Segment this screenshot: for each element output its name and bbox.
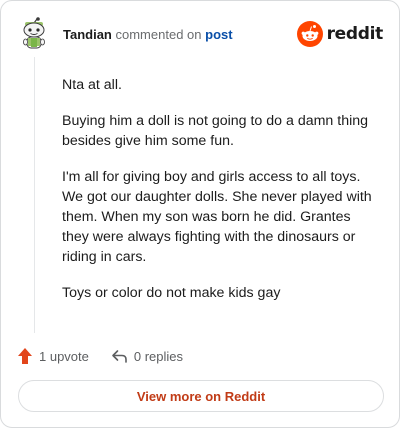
replies-button[interactable]: 0 replies bbox=[111, 349, 183, 364]
upvote-button[interactable]: 1 upvote bbox=[17, 347, 89, 365]
comment-embed-card: Tandian commented on post reddit Nta at … bbox=[0, 0, 400, 428]
reddit-logo-icon bbox=[296, 21, 323, 47]
comment-paragraph: Buying him a doll is not going to do a d… bbox=[62, 113, 369, 149]
thread-line bbox=[34, 57, 35, 333]
comment-paragraph: Toys or color do not make kids gay bbox=[62, 285, 281, 301]
comment-body: Nta at all. Buying him a doll is not goi… bbox=[62, 75, 378, 319]
author-name[interactable]: Tandian bbox=[63, 27, 112, 42]
reply-arrow-icon bbox=[112, 349, 127, 363]
reddit-logo[interactable]: reddit bbox=[296, 21, 384, 47]
reddit-wordmark: reddit bbox=[326, 24, 384, 44]
upvote-count: 1 upvote bbox=[39, 348, 89, 364]
commented-on-text: commented on bbox=[115, 27, 202, 42]
comment-paragraph: I'm all for giving boy and girls access … bbox=[62, 169, 372, 265]
comment-actions: 1 upvote 0 replies bbox=[17, 346, 205, 366]
comment-header: Tandian commented on post reddit bbox=[19, 17, 383, 53]
view-more-on-reddit-button[interactable]: View more on Reddit bbox=[18, 380, 384, 412]
post-link[interactable]: post bbox=[205, 27, 232, 42]
author-line: Tandian commented on post bbox=[63, 27, 233, 43]
upvote-arrow-icon bbox=[18, 348, 32, 364]
comment-paragraph: Nta at all. bbox=[62, 77, 122, 93]
snoo-avatar-icon bbox=[23, 17, 45, 49]
reply-count: 0 replies bbox=[133, 348, 184, 364]
avatar[interactable] bbox=[19, 17, 49, 51]
